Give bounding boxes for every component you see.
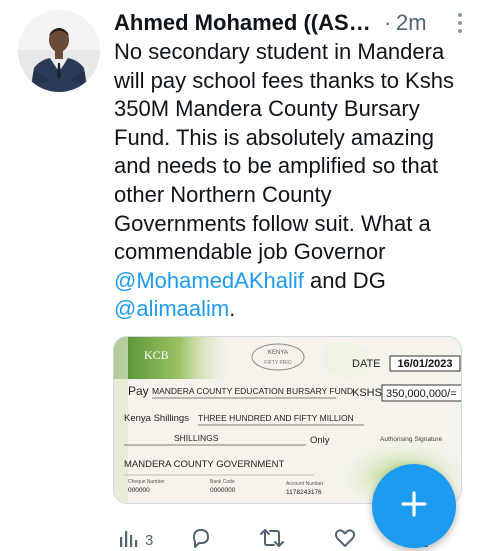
retweet-button[interactable] [259, 528, 285, 551]
cheque-stamp-sub: FIFTY PRIO [264, 360, 292, 366]
tweet-text-part: and DG [303, 267, 386, 293]
header-separator: · [384, 10, 392, 35]
analytics-icon [117, 527, 139, 551]
heart-icon [333, 526, 357, 551]
more-vertical-icon[interactable] [452, 10, 468, 36]
reply-icon [189, 526, 213, 551]
avatar-photo [18, 10, 100, 92]
cheque-number-label: Cheque Number [128, 479, 165, 485]
reply-button[interactable] [189, 528, 213, 551]
avatar[interactable] [18, 10, 100, 92]
tweet-header: Ahmed Mohamed ((ASM... · 2m [114, 8, 468, 38]
cheque-issuer: MANDERA COUNTY GOVERNMENT [124, 459, 284, 470]
cheque-date-label: DATE [352, 358, 381, 370]
views-count: 3 [145, 531, 154, 549]
tweet-text-part: . [229, 296, 236, 322]
cheque-pay-label: Pay [128, 384, 149, 398]
mention-link[interactable]: @MohamedAKhalif [114, 268, 304, 293]
cheque-words-line2: SHILLINGS [174, 433, 219, 443]
cheque-amount-label: KSHS [352, 387, 382, 399]
timestamp[interactable]: 2m [396, 10, 427, 36]
cheque-words-label: Kenya Shillings [124, 413, 189, 424]
cheque-bank-code-label: Bank Code [210, 479, 235, 485]
plus-icon [399, 489, 429, 524]
author-name[interactable]: Ahmed Mohamed ((ASM... [114, 10, 376, 36]
tweet-text: No secondary student in Mandera will pay… [114, 38, 464, 324]
cheque-bank: KCB [144, 348, 169, 362]
cheque-payee: MANDERA COUNTY EDUCATION BURSARY FUND [152, 386, 353, 396]
compose-tweet-button[interactable] [372, 464, 456, 548]
cheque-stamp: KENYA [268, 350, 288, 356]
cheque-account-number: 1178243176 [286, 489, 322, 496]
cheque-signature-label: Authorising Signature [380, 436, 443, 443]
cheque-account-label: Account Number [286, 481, 324, 487]
cheque-amount-value: 350,000,000/= [386, 388, 457, 400]
cheque-amount-words: THREE HUNDRED AND FIFTY MILLION [198, 413, 354, 423]
like-button[interactable] [333, 528, 357, 551]
cheque-date-value: 16/01/2023 [397, 358, 452, 370]
retweet-icon [259, 526, 285, 551]
cheque-number: 000000 [128, 487, 150, 494]
views-button[interactable]: 3 [117, 528, 153, 551]
cheque-only-label: Only [310, 435, 330, 446]
tweet-text-part: No secondary student in Mandera will pay… [114, 39, 454, 265]
cheque-bank-code: 0000000 [210, 487, 236, 494]
mention-link[interactable]: @alimaalim [114, 296, 229, 321]
